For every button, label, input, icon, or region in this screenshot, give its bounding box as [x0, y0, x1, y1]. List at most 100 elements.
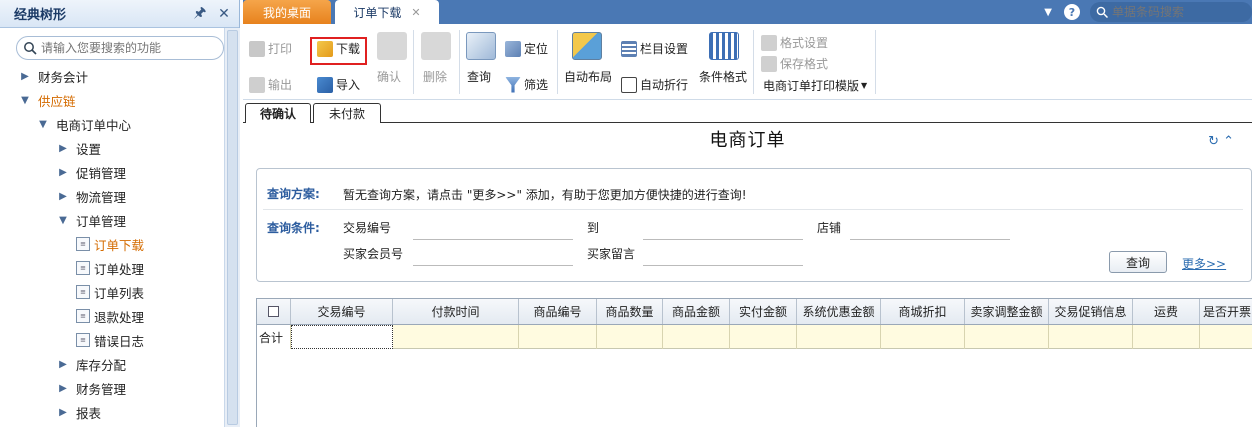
summary-cell[interactable] — [797, 325, 881, 349]
summary-cell[interactable] — [1200, 325, 1252, 349]
auto-wrap-button[interactable]: 自动折行 — [621, 76, 688, 93]
delete-button[interactable]: 删除 — [423, 68, 447, 85]
chevron-right-icon[interactable]: ▶ — [56, 191, 70, 202]
barcode-search[interactable] — [1090, 2, 1252, 22]
select-all-checkbox[interactable] — [268, 306, 279, 317]
confirm-icon — [377, 32, 407, 60]
conditional-format-button[interactable]: 条件格式 — [699, 68, 747, 85]
sidebar-search[interactable] — [16, 36, 224, 60]
tree-item[interactable]: ≡ 错误日志 — [0, 328, 224, 352]
column-header[interactable]: 商品金额 — [663, 299, 730, 324]
tree-item[interactable]: ▶ 物流管理 — [0, 184, 224, 208]
tree-item-label: 退款处理 — [94, 309, 145, 325]
summary-cell[interactable] — [1049, 325, 1133, 349]
buyer-msg-input[interactable] — [643, 265, 803, 266]
close-icon[interactable]: ✕ — [215, 5, 233, 23]
export-label: 输出 — [268, 78, 293, 92]
save-format-button[interactable]: 保存格式 — [761, 55, 828, 72]
export-button[interactable]: 输出 — [249, 76, 292, 93]
chevron-right-icon[interactable]: ▶ — [56, 143, 70, 154]
sidebar-title: 经典树形 — [14, 8, 67, 23]
column-header[interactable]: 付款时间 — [393, 299, 519, 324]
format-settings-button[interactable]: 格式设置 — [761, 34, 828, 51]
trade-no-to-input[interactable] — [643, 239, 803, 240]
chevron-right-icon[interactable]: ▶ — [56, 407, 70, 418]
summary-cell[interactable] — [881, 325, 965, 349]
summary-cell[interactable] — [519, 325, 597, 349]
chevron-down-icon[interactable]: ▼ — [36, 119, 50, 130]
chevron-down-icon[interactable]: ▼ — [18, 95, 32, 106]
summary-cell[interactable] — [663, 325, 730, 349]
ribbon-toolbar: 打印 下载 输出 导入 确认 删除 查询 定位 筛选 自动布局 栏目设置 自动折… — [243, 24, 1252, 100]
tree-item[interactable]: ≡ 订单下载 — [0, 232, 224, 256]
chevron-down-icon[interactable]: ▼ — [56, 215, 70, 226]
summary-cell[interactable] — [393, 325, 519, 349]
close-icon[interactable]: ✕ — [411, 6, 420, 19]
tree-item[interactable]: ≡ 订单处理 — [0, 256, 224, 280]
column-header[interactable]: 是否开票 — [1200, 299, 1252, 324]
print-button[interactable]: 打印 — [249, 40, 292, 57]
query-submit-button[interactable]: 查询 — [1109, 251, 1167, 273]
download-button[interactable]: 下载 — [317, 40, 360, 57]
tree-item[interactable]: ≡ 订单列表 — [0, 280, 224, 304]
column-header[interactable]: 运费 — [1133, 299, 1200, 324]
refresh-icon[interactable]: ↻ ⌃ — [1208, 134, 1234, 149]
summary-cell[interactable] — [597, 325, 663, 349]
column-header[interactable]: 系统优惠金额 — [797, 299, 881, 324]
summary-cell[interactable] — [291, 325, 393, 349]
pin-icon[interactable]: 🖈 — [191, 5, 209, 23]
locate-button[interactable]: 定位 — [505, 40, 548, 57]
tree-item[interactable]: ▼ 供应链 — [0, 88, 224, 112]
column-header[interactable]: 商城折扣 — [881, 299, 965, 324]
chevron-right-icon[interactable]: ▶ — [56, 383, 70, 394]
chevron-right-icon[interactable]: ▶ — [56, 359, 70, 370]
select-all-cell[interactable] — [257, 299, 291, 324]
more-link[interactable]: 更多>> — [1182, 255, 1226, 272]
confirm-button[interactable]: 确认 — [377, 68, 401, 85]
summary-cell[interactable] — [965, 325, 1049, 349]
subtab-unpaid[interactable]: 未付款 — [313, 103, 381, 123]
subtab-pending[interactable]: 待确认 — [245, 103, 311, 123]
buyer-id-input[interactable] — [413, 265, 573, 266]
tree-item[interactable]: ▼ 订单管理 — [0, 208, 224, 232]
column-header[interactable]: 实付金额 — [730, 299, 797, 324]
tree-item[interactable]: ▶ 库存分配 — [0, 352, 224, 376]
barcode-search-input[interactable] — [1112, 5, 1242, 19]
column-header[interactable]: 商品数量 — [597, 299, 663, 324]
tree-item[interactable]: ▼ 电商订单中心 — [0, 112, 224, 136]
chevron-right-icon[interactable]: ▶ — [18, 71, 32, 82]
shop-input[interactable] — [850, 239, 1010, 240]
sidebar-search-input[interactable] — [41, 41, 211, 55]
tree-item-label: 促销管理 — [76, 165, 127, 181]
sidebar-scrollbar[interactable] — [224, 28, 240, 427]
summary-cell[interactable] — [730, 325, 797, 349]
help-icon[interactable]: ? — [1064, 4, 1080, 20]
auto-layout-button[interactable]: 自动布局 — [564, 68, 612, 85]
tree-item[interactable]: ▶ 报表 — [0, 400, 224, 424]
column-header[interactable]: 卖家调整金额 — [965, 299, 1049, 324]
column-settings-button[interactable]: 栏目设置 — [621, 40, 688, 57]
tab-order-download[interactable]: 订单下载 ✕ — [335, 0, 439, 24]
column-header[interactable]: 交易促销信息 — [1049, 299, 1133, 324]
tree-item-label: 订单处理 — [94, 261, 145, 277]
tab-my-desktop[interactable]: 我的桌面 — [243, 0, 331, 24]
tree-item[interactable]: ▶ 促销管理 — [0, 160, 224, 184]
query-button[interactable]: 查询 — [467, 68, 491, 85]
tree-item[interactable]: ▶ 设置 — [0, 136, 224, 160]
caret-down-icon[interactable]: ▼ — [1044, 7, 1052, 18]
import-button[interactable]: 导入 — [317, 76, 360, 93]
scrollbar-thumb[interactable] — [227, 30, 238, 425]
trade-no-input[interactable] — [413, 239, 573, 240]
print-template-dropdown[interactable]: 电商订单打印模版 ▼ — [763, 77, 867, 94]
chevron-right-icon[interactable]: ▶ — [56, 167, 70, 178]
tree-item-label: 设置 — [76, 141, 102, 157]
filter-button[interactable]: 筛选 — [505, 76, 548, 93]
tree-item[interactable]: ▶ 财务管理 — [0, 376, 224, 400]
document-icon: ≡ — [76, 285, 90, 299]
query-label: 查询 — [467, 70, 492, 84]
tree-item[interactable]: ▶ 财务会计 — [0, 64, 224, 88]
column-header[interactable]: 商品编号 — [519, 299, 597, 324]
column-header[interactable]: 交易编号 — [291, 299, 393, 324]
summary-cell[interactable] — [1133, 325, 1200, 349]
tree-item[interactable]: ≡ 退款处理 — [0, 304, 224, 328]
